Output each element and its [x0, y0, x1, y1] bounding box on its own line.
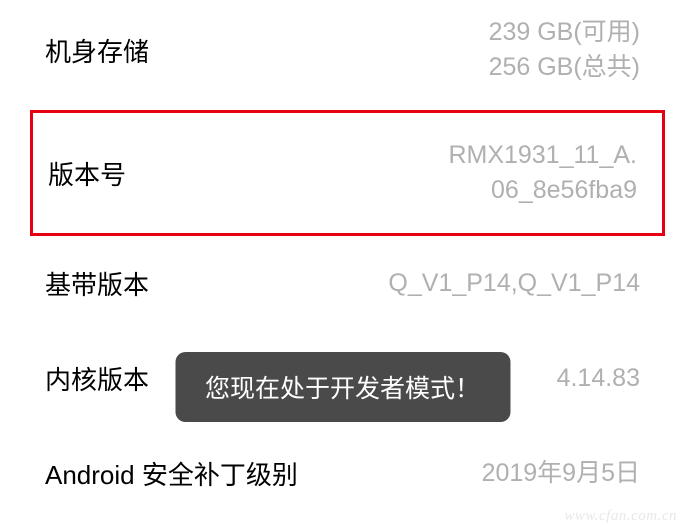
- setting-value: 2019年9月5日: [482, 456, 640, 491]
- setting-item-build-number[interactable]: 版本号 RMX1931_11_A.06_8e56fba9: [30, 110, 665, 236]
- setting-value: RMX1931_11_A.06_8e56fba9: [448, 138, 637, 208]
- settings-list: 机身存储 239 GB(可用) 256 GB(总共) 版本号 RMX1931_1…: [0, 0, 685, 521]
- setting-label: Android 安全补丁级别: [45, 455, 298, 492]
- setting-label: 内核版本: [45, 360, 149, 397]
- toast-message: 您现在处于开发者模式！: [205, 375, 480, 403]
- setting-label: 基带版本: [45, 265, 149, 302]
- toast-notification: 您现在处于开发者模式！: [175, 352, 510, 422]
- setting-value: 239 GB(可用) 256 GB(总共): [489, 15, 640, 85]
- setting-value: 4.14.83: [557, 361, 640, 396]
- setting-item-storage[interactable]: 机身存储 239 GB(可用) 256 GB(总共): [0, 0, 685, 110]
- setting-value: Q_V1_P14,Q_V1_P14: [388, 266, 640, 301]
- setting-item-baseband[interactable]: 基带版本 Q_V1_P14,Q_V1_P14: [0, 236, 685, 331]
- watermark-text: www.cfan.com.cn: [564, 508, 677, 525]
- setting-item-security-patch[interactable]: Android 安全补丁级别 2019年9月5日: [0, 426, 685, 521]
- setting-label: 版本号: [48, 155, 126, 192]
- setting-label: 机身存储: [45, 32, 149, 69]
